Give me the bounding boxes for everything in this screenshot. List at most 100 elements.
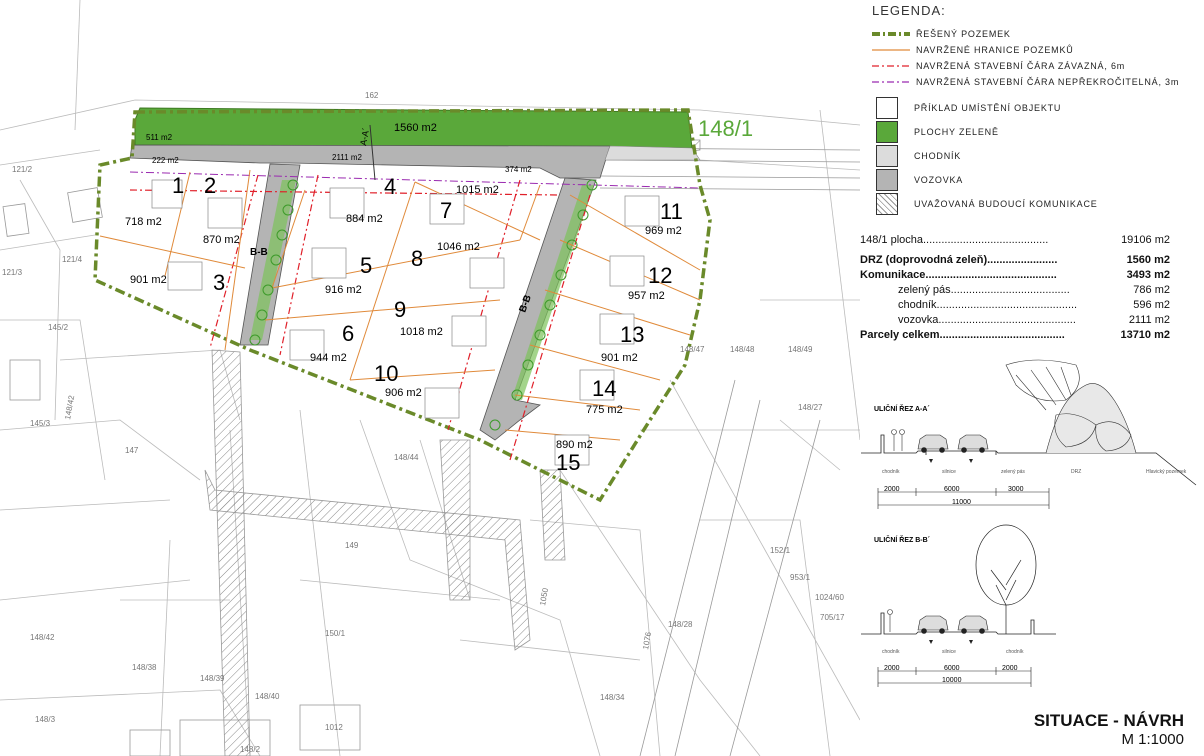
lot-number: 3 — [213, 270, 225, 295]
section-bb-labels: chodník silnice chodník — [882, 649, 1024, 655]
area-row-vozovka: vozovka.................................… — [860, 313, 1170, 328]
lot-area: 870 m2 — [203, 234, 240, 246]
area-label: zelený pás..............................… — [898, 284, 1070, 296]
strip-area-2: 222 m2 — [152, 156, 179, 165]
legend-label: CHODNÍK — [914, 151, 962, 161]
lot-area: 906 m2 — [385, 387, 422, 399]
cadastral-number: 148/27 — [798, 403, 823, 412]
cadastral-number: 953/1 — [790, 573, 811, 582]
dimension: 2000 — [884, 486, 900, 493]
lot-area: 1046 m2 — [437, 241, 480, 253]
section-aa-drawing — [861, 434, 1197, 486]
lot-number: 15 — [556, 450, 580, 475]
legend: LEGENDA: ŘEŠENÝ POZEMEK NAVRŽENÉ HRANICE… — [872, 0, 1202, 216]
cadastral-number: 121/3 — [2, 268, 23, 277]
road-main — [129, 144, 611, 179]
section-aa-cars-icon — [917, 434, 989, 453]
parcel-label-148-1: 148/1 — [698, 116, 753, 141]
cadastral-number: 148/48 — [730, 345, 755, 354]
area-label: 148/1 plocha............................… — [860, 234, 1049, 246]
section-aa-title: ULIČNÍ ŘEZ A-A´ — [874, 404, 930, 413]
lot-area: 1018 m2 — [400, 326, 443, 338]
area-row-drz: DRZ (doprovodná zeleň)..................… — [860, 253, 1170, 268]
dimension-total: 11000 — [952, 499, 971, 506]
area-row-chodnik: chodník.................................… — [860, 298, 1170, 313]
cadastral-number: 705/17 — [820, 613, 845, 622]
area-row-zeleny: zelený pás..............................… — [860, 283, 1170, 298]
cadastral-number: 148/3 — [35, 715, 56, 724]
title-block: SITUACE - NÁVRH M 1:1000 — [1034, 711, 1184, 748]
area-label: Parcely celkem..........................… — [860, 329, 1065, 341]
section-label: silnice — [942, 649, 956, 655]
section-aa-people-icon — [891, 429, 905, 451]
area-table: 148/1 plocha............................… — [860, 233, 1170, 343]
cadastral-number: 148/34 — [600, 693, 625, 702]
area-row-komunikace: Komunikace..............................… — [860, 268, 1170, 283]
section-aa-slope — [1045, 383, 1137, 454]
legend-label: ŘEŠENÝ POZEMEK — [916, 29, 1011, 39]
legend-label: PŘÍKLAD UMÍSTĚNÍ OBJEKTU — [914, 103, 1062, 113]
legend-row-lot-boundary: NAVRŽENÉ HRANICE POZEMKŮ — [872, 42, 1202, 58]
cadastral-number: 152/1 — [770, 546, 791, 555]
site-plan: A-A´ B-B B-B 1560 m2 148/1 511 m2 222 m2… — [0, 0, 860, 756]
drawing-title: SITUACE - NÁVRH — [1033, 711, 1184, 730]
cadastral-number: 121/4 — [62, 255, 83, 264]
street-trees — [249, 179, 598, 431]
area-value: 596 m2 — [1133, 299, 1170, 311]
legend-row-sidewalk: CHODNÍK — [872, 144, 1202, 168]
lot-number: 12 — [648, 263, 672, 288]
cadastral-number: 149 — [345, 541, 359, 550]
area-label: chodník.................................… — [898, 299, 1078, 311]
area-value: 3493 m2 — [1126, 269, 1170, 281]
legend-line-boundary-icon — [872, 49, 910, 51]
dimension: 6000 — [944, 486, 960, 493]
area-value: 2111 m2 — [1128, 314, 1170, 326]
cadastral-number: 145/3 — [30, 419, 51, 428]
section-bb-cars-icon — [917, 615, 989, 634]
cadastral-number: 121/2 — [12, 165, 33, 174]
legend-row-example-building: PŘÍKLAD UMÍSTĚNÍ OBJEKTU — [872, 96, 1202, 120]
lot-number: 10 — [374, 361, 398, 386]
lot-area: 916 m2 — [325, 284, 362, 296]
lot-area: 901 m2 — [601, 352, 638, 364]
section-label: chodník — [1006, 649, 1024, 655]
cadastral-number: 162 — [365, 91, 379, 100]
section-aa-labels: chodník silnice zelený pás DRZ Hlavický … — [882, 469, 1187, 475]
area-label: Komunikace..............................… — [860, 269, 1057, 281]
section-label: chodník — [882, 469, 900, 475]
section-aa-marker-icon — [929, 459, 933, 463]
legend-row-building-line-6m: NAVRŽENÁ STAVEBNÍ ČÁRA ZÁVAZNÁ, 6m — [872, 58, 1202, 74]
section-label: silnice — [942, 469, 956, 475]
area-label: vozovka.................................… — [898, 314, 1076, 326]
legend-label: NAVRŽENÁ STAVEBNÍ ČÁRA ZÁVAZNÁ, 6m — [916, 61, 1126, 71]
area-row-parcely: Parcely celkem..........................… — [860, 328, 1170, 343]
legend-row-site: ŘEŠENÝ POZEMEK — [872, 26, 1202, 42]
legend-box-gray-icon — [876, 169, 898, 191]
cadastral-number: 145/2 — [48, 323, 69, 332]
legend-row-building-line-3m: NAVRŽENÁ STAVEBNÍ ČÁRA NEPŘEKROČITELNÁ, … — [872, 74, 1202, 90]
sidewalk-main — [604, 145, 701, 161]
lot-number: 1 — [172, 173, 184, 198]
lot-area: 718 m2 — [125, 216, 162, 228]
lot-area: 884 m2 — [346, 213, 383, 225]
section-aa-marker-icon — [969, 459, 973, 463]
lot-number: 13 — [620, 322, 644, 347]
cadastral-number: 148/38 — [132, 663, 157, 672]
dimension: 2000 — [884, 665, 900, 672]
dimension: 3000 — [1008, 486, 1024, 493]
cadastral-number: 148/39 — [200, 674, 225, 683]
lot-number: 5 — [360, 253, 372, 278]
strip-area-4: 374 m2 — [505, 165, 532, 174]
lot-area: 969 m2 — [645, 225, 682, 237]
lot-number: 8 — [411, 246, 423, 271]
area-value: 1560 m2 — [1126, 254, 1170, 266]
lot-number: 2 — [204, 173, 216, 198]
legend-row-future-road: UVAŽOVANÁ BUDOUCÍ KOMUNIKACE — [872, 192, 1202, 216]
area-label: DRZ (doprovodná zeleň)..................… — [860, 254, 1058, 266]
lot-number: 11 — [660, 199, 683, 224]
road-lines-east — [599, 147, 860, 756]
lot-area: 957 m2 — [628, 290, 665, 302]
legend-box-lightgray-icon — [876, 145, 898, 167]
cadastral-number: 148/44 — [394, 453, 419, 462]
lot-number: 6 — [342, 321, 354, 346]
